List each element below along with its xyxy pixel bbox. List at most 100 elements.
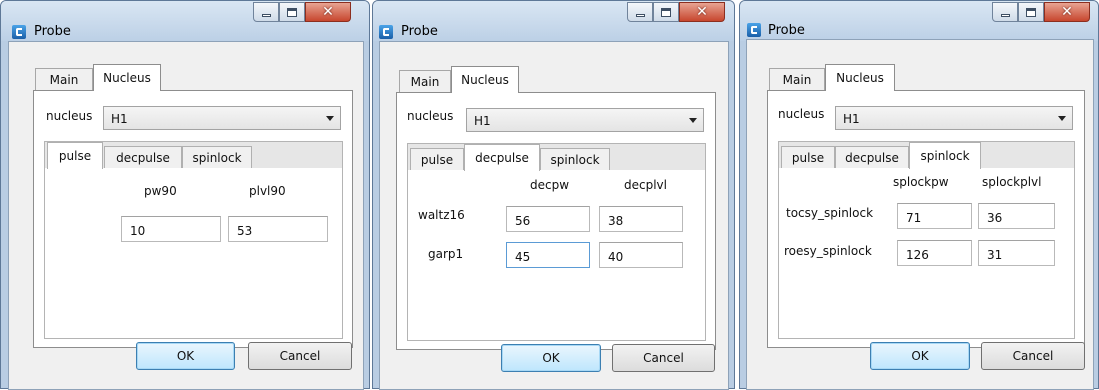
cancel-button-label: Cancel	[1012, 349, 1054, 363]
subtab-spinlock[interactable]: spinlock	[182, 146, 252, 168]
chevron-down-icon	[1058, 116, 1066, 121]
close-icon: ✕	[1061, 4, 1073, 20]
tab-nucleus[interactable]: Nucleus	[451, 66, 519, 93]
roesy-splockplvl-field[interactable]: 31	[978, 240, 1055, 266]
column-header-decpw: decpw	[530, 178, 570, 192]
maximize-button[interactable]	[1018, 2, 1044, 22]
tocsy-splockplvl-field[interactable]: 36	[978, 203, 1055, 229]
maximize-icon	[287, 7, 297, 17]
dialog-client-area: Main Nucleus nucleus H1 pulse decpulse s…	[746, 39, 1094, 390]
minimize-icon	[635, 13, 645, 17]
tab-main[interactable]: Main	[399, 70, 451, 93]
app-icon	[747, 23, 761, 37]
pulse-subtabs: pulse decpulse spinlock pw90 plvl90 10 5…	[44, 141, 343, 339]
nucleus-tab-panel: nucleus H1 pulse decpulse spinlock decpw…	[396, 92, 716, 350]
subtab-decpulse-label: decpulse	[116, 150, 170, 165]
subtab-spinlock-label: spinlock	[550, 152, 600, 167]
row-label-waltz16: waltz16	[418, 208, 465, 222]
nucleus-label: nucleus	[778, 107, 825, 121]
pw90-field[interactable]: 10	[121, 216, 221, 242]
close-icon: ✕	[696, 4, 708, 20]
chevron-down-icon	[689, 118, 697, 123]
close-button[interactable]: ✕	[679, 2, 725, 22]
minimize-button[interactable]	[627, 2, 653, 22]
roesy-splockpw-field[interactable]: 126	[897, 240, 972, 266]
probe-window-1: Probe ✕ Main Nucleus nucleus H1 pulse de…	[0, 0, 370, 390]
tab-main-label: Main	[782, 73, 812, 87]
subtab-pulse-label: pulse	[58, 149, 92, 163]
dialog-client-area: Main Nucleus nucleus H1 pulse decpulse s…	[379, 41, 729, 390]
decpulse-subtabs: pulse decpulse spinlock decpw decplvl wa…	[407, 143, 706, 341]
title-bar[interactable]: Probe ✕	[740, 1, 1098, 41]
tab-main[interactable]: Main	[35, 68, 93, 91]
subtab-pulse[interactable]: pulse	[410, 148, 464, 170]
cancel-button-label: Cancel	[643, 351, 684, 365]
window-title: Probe	[34, 24, 71, 39]
nucleus-select-value: H1	[843, 112, 860, 126]
subtab-pulse-label: pulse	[791, 150, 825, 165]
close-button[interactable]: ✕	[305, 2, 351, 22]
minimize-button[interactable]	[253, 2, 279, 22]
tocsy-splockpw-field[interactable]: 71	[897, 203, 972, 229]
title-bar[interactable]: Probe ✕	[1, 1, 369, 41]
garp1-decplvl-field[interactable]: 40	[599, 242, 683, 268]
cancel-button[interactable]: Cancel	[981, 342, 1085, 370]
tab-main-label: Main	[49, 73, 79, 87]
tab-nucleus[interactable]: Nucleus	[825, 64, 895, 91]
subtab-spinlock[interactable]: spinlock	[540, 148, 610, 170]
ok-button[interactable]: OK	[501, 344, 601, 372]
chevron-down-icon	[326, 116, 334, 121]
nucleus-select[interactable]: H1	[103, 106, 341, 130]
nucleus-label: nucleus	[407, 109, 454, 123]
minimize-button[interactable]	[992, 2, 1018, 22]
nucleus-select-value: H1	[474, 114, 491, 128]
plvl90-field[interactable]: 53	[228, 216, 328, 242]
nucleus-tab-panel: nucleus H1 pulse decpulse spinlock sploc…	[767, 90, 1085, 348]
window-title: Probe	[768, 23, 805, 38]
cancel-button[interactable]: Cancel	[248, 342, 352, 370]
cancel-button[interactable]: Cancel	[612, 344, 715, 372]
ok-button-label: OK	[176, 349, 195, 363]
subtab-decpulse[interactable]: decpulse	[104, 146, 182, 168]
ok-button[interactable]: OK	[136, 342, 235, 370]
subtab-pulse-label: pulse	[420, 152, 454, 167]
tab-nucleus[interactable]: Nucleus	[93, 64, 161, 91]
column-header-decplvl: decplvl	[624, 178, 667, 192]
probe-window-3: Probe ✕ Main Nucleus nucleus H1 pulse de…	[739, 0, 1099, 390]
subtab-pulse[interactable]: pulse	[781, 146, 835, 168]
app-icon	[379, 25, 393, 39]
maximize-button[interactable]	[279, 2, 305, 22]
column-header-plvl90: plvl90	[249, 184, 286, 198]
minimize-icon	[1000, 13, 1010, 17]
app-icon	[12, 25, 26, 39]
close-button[interactable]: ✕	[1044, 2, 1090, 22]
maximize-button[interactable]	[653, 2, 679, 22]
row-label-roesy-spinlock: roesy_spinlock	[784, 244, 872, 258]
garp1-decpw-field[interactable]: 45	[506, 242, 590, 268]
waltz16-decpw-field[interactable]: 56	[506, 206, 590, 232]
nucleus-select[interactable]: H1	[835, 106, 1073, 130]
nucleus-select-value: H1	[111, 112, 128, 126]
subtab-spinlock[interactable]: spinlock	[909, 142, 981, 169]
tab-main-label: Main	[410, 75, 440, 89]
maximize-icon	[1026, 7, 1036, 17]
ok-button-label: OK	[911, 349, 929, 363]
subtab-decpulse-label: decpulse	[845, 150, 899, 165]
tab-main[interactable]: Main	[769, 68, 825, 91]
subtab-spinlock-label: spinlock	[192, 150, 242, 165]
subtab-pulse[interactable]: pulse	[47, 142, 103, 169]
maximize-icon	[661, 7, 671, 17]
subtab-decpulse[interactable]: decpulse	[464, 144, 540, 171]
window-title: Probe	[401, 24, 438, 39]
title-bar[interactable]: Probe ✕	[373, 1, 734, 41]
subtab-decpulse[interactable]: decpulse	[835, 146, 909, 168]
nucleus-label: nucleus	[46, 109, 93, 123]
spinlock-subtabs: pulse decpulse spinlock splockpw splockp…	[778, 141, 1075, 339]
nucleus-select[interactable]: H1	[466, 108, 704, 132]
nucleus-tab-panel: nucleus H1 pulse decpulse spinlock pw90 …	[33, 90, 353, 348]
ok-button[interactable]: OK	[870, 342, 970, 370]
row-label-garp1: garp1	[428, 247, 464, 261]
dialog-client-area: Main Nucleus nucleus H1 pulse decpulse s…	[8, 41, 364, 390]
column-header-splockpw: splockpw	[893, 175, 949, 189]
waltz16-decplvl-field[interactable]: 38	[599, 206, 683, 232]
